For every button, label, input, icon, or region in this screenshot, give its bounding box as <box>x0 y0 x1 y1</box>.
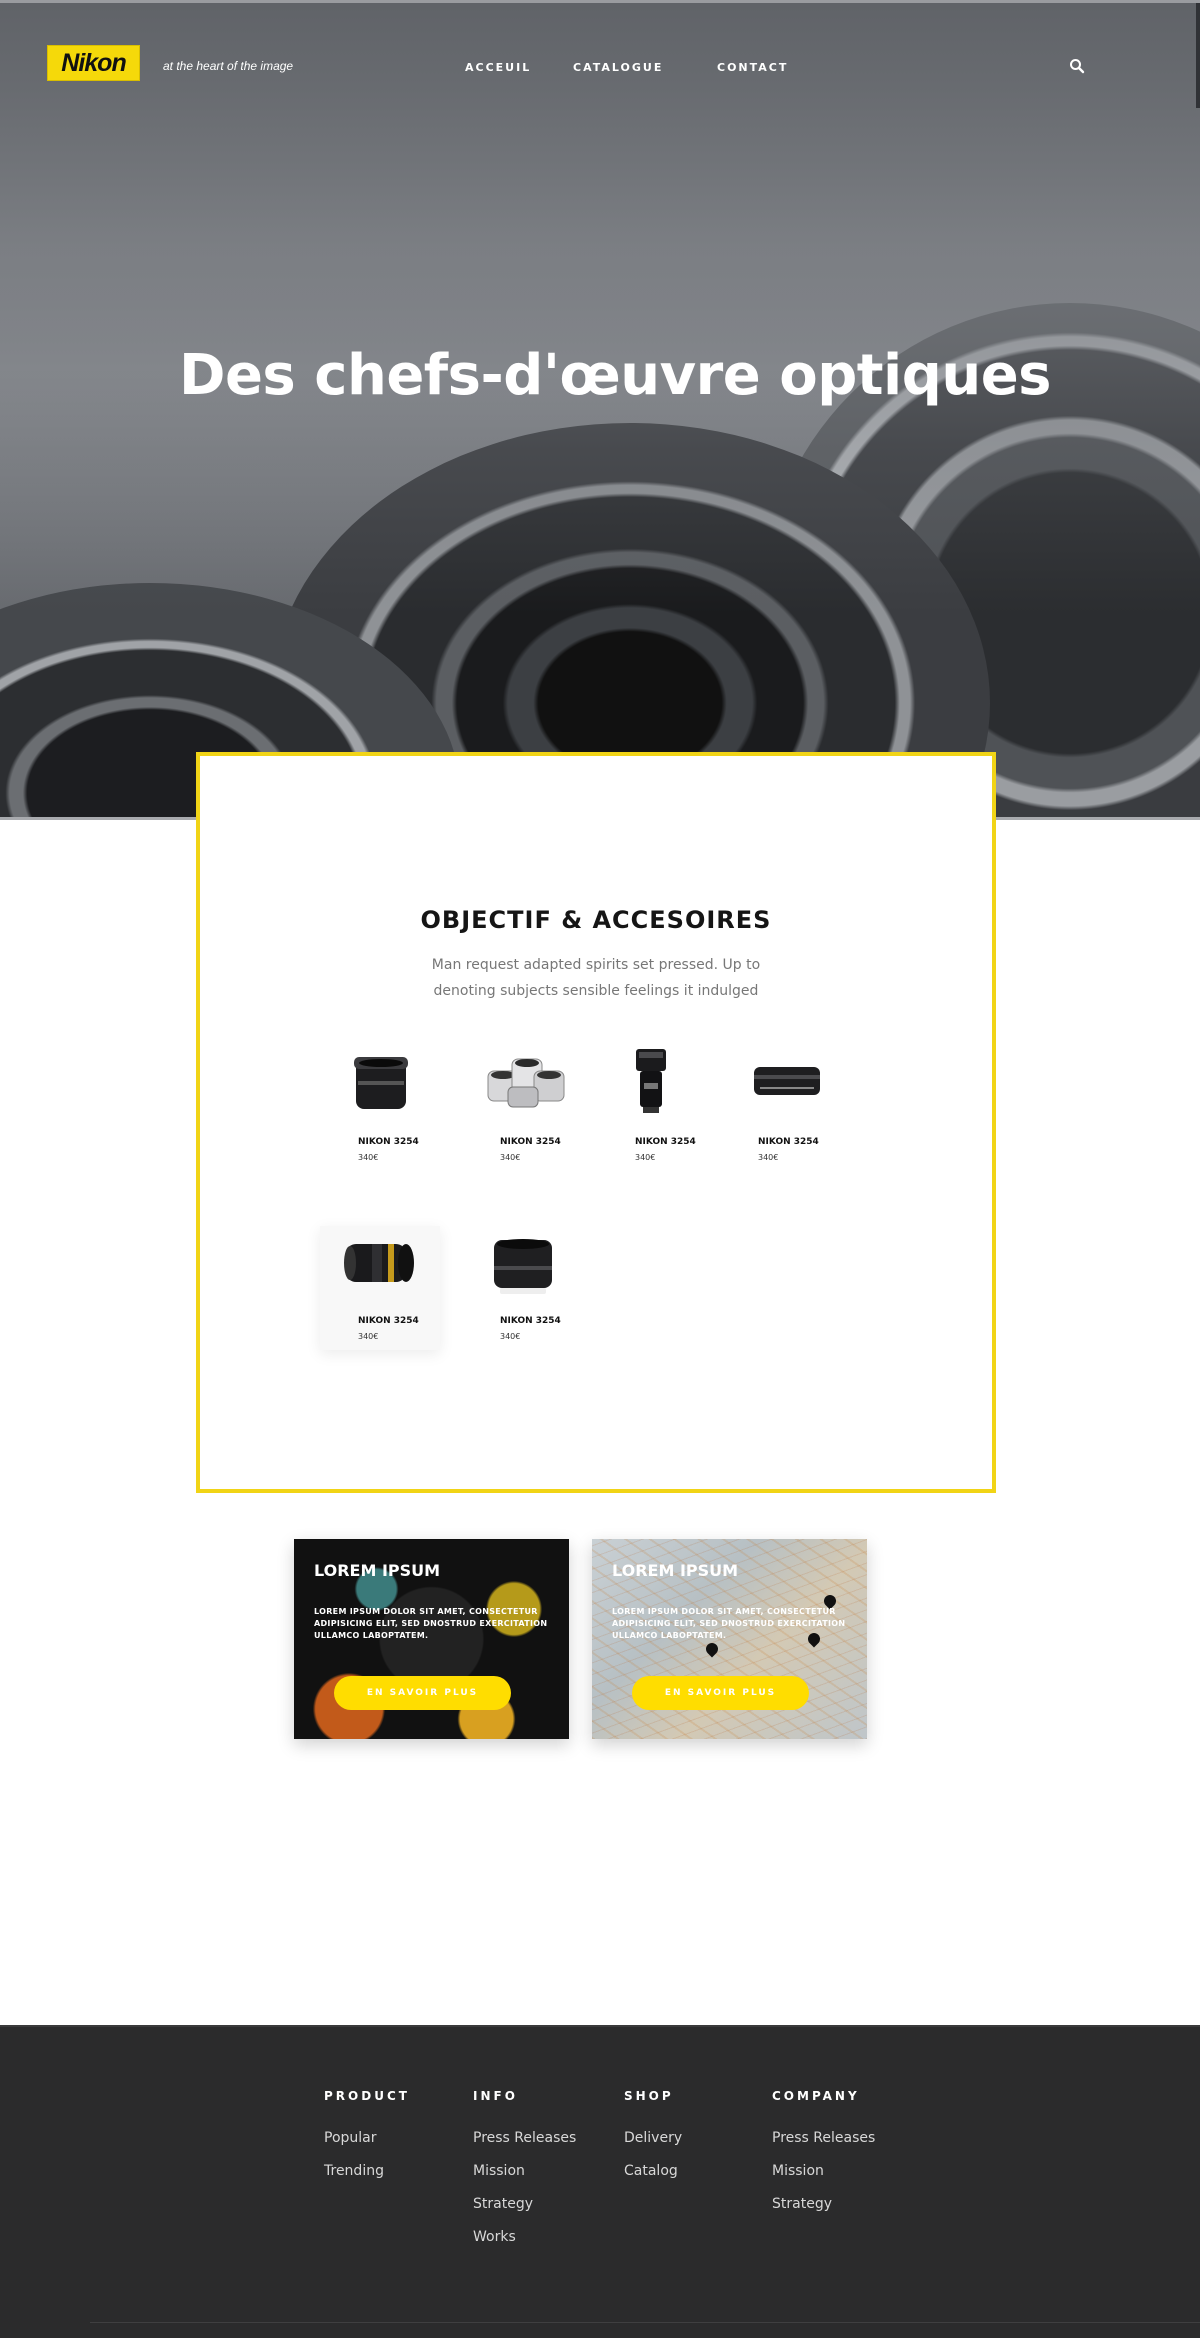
prime-lens-icon <box>494 1239 552 1294</box>
footer-divider <box>90 2322 1200 2323</box>
search-icon[interactable] <box>1069 58 1085 74</box>
promo-text: LOREM IPSUM DOLOR SIT AMET, CONSECTETUR … <box>612 1607 846 1640</box>
promo-card-map: LOREM IPSUM LOREM IPSUM DOLOR SIT AMET, … <box>592 1539 867 1739</box>
promo-card-lenses: LOREM IPSUM LOREM IPSUM DOLOR SIT AMET, … <box>294 1539 569 1739</box>
footer-link[interactable]: Strategy <box>473 2188 576 2221</box>
en-savoir-plus-button[interactable]: EN SAVOIR PLUS <box>632 1676 809 1710</box>
pancake-lens-icon <box>754 1067 820 1095</box>
nav-catalogue[interactable]: CATALOGUE <box>573 61 663 74</box>
product-name: NIKON 3254 <box>500 1316 561 1326</box>
promo-title: LOREM IPSUM <box>314 1561 441 1580</box>
product-name: NIKON 3254 <box>500 1137 561 1147</box>
footer-heading: COMPANY <box>772 2089 860 2103</box>
hero-banner: Nikon at the heart of the image ACCEUIL … <box>0 0 1200 820</box>
product-name: NIKON 3254 <box>358 1316 419 1326</box>
footer-link[interactable]: Strategy <box>772 2188 875 2221</box>
product-name: NIKON 3254 <box>758 1137 819 1147</box>
product-name: NIKON 3254 <box>358 1137 419 1147</box>
footer-column-shop: SHOP Delivery Catalog <box>624 2089 682 2188</box>
product-name: NIKON 3254 <box>635 1137 696 1147</box>
product-card[interactable]: NIKON 3254 340€ <box>320 1047 440 1171</box>
footer-heading: INFO <box>473 2089 518 2103</box>
footer-link[interactable]: Press Releases <box>772 2122 875 2155</box>
product-price: 340€ <box>500 1332 521 1341</box>
product-card[interactable]: NIKON 3254 340€ <box>597 1047 717 1171</box>
product-card[interactable]: NIKON 3254 340€ <box>720 1047 840 1171</box>
catalog-section: OBJECTIF & ACCESOIRES Man request adapte… <box>196 752 996 1493</box>
zoom-lens-icon <box>344 1244 414 1282</box>
footer-column-info: INFO Press Releases Mission Strategy Wor… <box>473 2089 576 2254</box>
footer-link[interactable]: Popular <box>324 2122 410 2155</box>
en-savoir-plus-button[interactable]: EN SAVOIR PLUS <box>334 1676 511 1710</box>
product-price: 340€ <box>358 1332 379 1341</box>
footer-link[interactable]: Mission <box>473 2155 576 2188</box>
footer-column-company: COMPANY Press Releases Mission Strategy <box>772 2089 875 2221</box>
nav-contact[interactable]: CONTACT <box>717 61 788 74</box>
product-price: 340€ <box>500 1153 521 1162</box>
map-pin-icon <box>703 1640 721 1658</box>
scrollbar-thumb[interactable] <box>1196 3 1200 108</box>
footer-heading: PRODUCT <box>324 2089 410 2103</box>
promo-title: LOREM IPSUM <box>612 1561 739 1580</box>
footer-link[interactable]: Delivery <box>624 2122 682 2155</box>
lens-kit-icon <box>487 1058 565 1108</box>
product-card[interactable]: NIKON 3254 340€ <box>462 1226 582 1350</box>
catalog-title: OBJECTIF & ACCESOIRES <box>420 906 772 934</box>
product-card[interactable]: NIKON 3254 340€ <box>320 1226 440 1350</box>
product-price: 340€ <box>635 1153 656 1162</box>
product-price: 340€ <box>758 1153 779 1162</box>
footer-link[interactable]: Works <box>473 2221 576 2254</box>
product-card[interactable]: NIKON 3254 340€ <box>462 1047 582 1171</box>
site-footer: PRODUCT Popular Trending INFO Press Rele… <box>0 2025 1200 2338</box>
footer-link[interactable]: Trending <box>324 2155 410 2188</box>
footer-link[interactable]: Press Releases <box>473 2122 576 2155</box>
logo-text: Nikon <box>61 48 126 77</box>
footer-link[interactable]: Mission <box>772 2155 875 2188</box>
brand-tagline: at the heart of the image <box>163 59 294 73</box>
product-price: 340€ <box>358 1153 379 1162</box>
nikon-logo[interactable]: Nikon <box>47 45 140 81</box>
flash-icon <box>636 1049 666 1113</box>
catalog-subtitle: Man request adapted spirits set pressed.… <box>431 957 761 999</box>
footer-column-product: PRODUCT Popular Trending <box>324 2089 410 2188</box>
hero-title: Des chefs-d'œuvre optiques <box>178 343 1052 408</box>
hero-overlay <box>0 3 1200 817</box>
lens-icon <box>354 1057 408 1109</box>
nav-acceuil[interactable]: ACCEUIL <box>465 61 531 74</box>
promo-text: LOREM IPSUM DOLOR SIT AMET, CONSECTETUR … <box>314 1607 548 1640</box>
footer-heading: SHOP <box>624 2089 674 2103</box>
footer-link[interactable]: Catalog <box>624 2155 682 2188</box>
